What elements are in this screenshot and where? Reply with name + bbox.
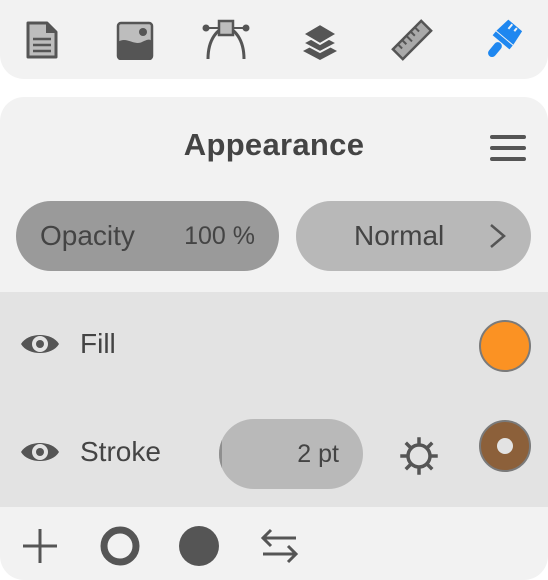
swap-arrows-icon <box>260 528 299 564</box>
blend-mode-value: Normal <box>354 220 445 251</box>
fill-row: Fill <box>0 292 548 399</box>
stroke-swatch-hole <box>497 438 513 454</box>
add-fill-button[interactable] <box>178 525 220 567</box>
stroke-only-icon <box>100 526 140 566</box>
stroke-width-value: 2 pt <box>297 440 339 468</box>
stroke-width-slider[interactable]: 2 pt <box>219 419 363 489</box>
stroke-visibility-toggle[interactable] <box>20 437 60 467</box>
panel-title: Appearance <box>183 127 365 162</box>
swap-fill-stroke-button[interactable] <box>259 525 301 567</box>
stroke-color-swatch[interactable] <box>479 420 531 472</box>
opacity-control[interactable]: Opacity 100 % <box>16 201 279 271</box>
add-icon <box>23 529 57 563</box>
appearance-panel: Appearance Opacity 100 % Normal Fill Str… <box>0 97 548 580</box>
gear-icon <box>400 437 438 475</box>
add-attribute-button[interactable] <box>19 525 61 567</box>
stroke-settings-button[interactable] <box>400 437 438 475</box>
stroke-row: Stroke 2 pt <box>0 399 548 506</box>
opacity-value: 100 % <box>184 222 255 250</box>
paintbrush-icon <box>488 19 523 58</box>
toolbar-layers-button[interactable] <box>295 15 345 65</box>
stroke-width-slider-fill <box>219 419 222 489</box>
opacity-label: Opacity <box>40 220 135 251</box>
document-icon <box>26 21 58 59</box>
top-toolbar <box>0 0 548 79</box>
bottom-action-bar <box>0 507 548 580</box>
eye-icon <box>21 335 59 353</box>
appearance-attributes-list: Fill Stroke 2 pt <box>0 292 548 507</box>
toolbar-ruler-button[interactable] <box>387 15 437 65</box>
layers-icon <box>300 22 340 60</box>
add-stroke-button[interactable] <box>99 525 141 567</box>
toolbar-appearance-button[interactable] <box>478 15 528 65</box>
image-icon <box>116 21 154 60</box>
blend-mode-button[interactable]: Normal <box>296 201 531 271</box>
fill-color-swatch[interactable] <box>479 320 531 372</box>
eye-icon <box>21 443 59 461</box>
toolbar-path-button[interactable] <box>201 15 251 65</box>
panel-menu-button[interactable] <box>490 131 528 161</box>
bezier-path-icon <box>202 19 250 60</box>
chevron-right-icon <box>490 224 506 248</box>
toolbar-image-button[interactable] <box>110 15 160 65</box>
fill-only-icon <box>179 526 219 566</box>
ruler-icon <box>391 19 433 61</box>
fill-visibility-toggle[interactable] <box>20 329 60 359</box>
fill-label: Fill <box>80 328 116 359</box>
stroke-label: Stroke <box>80 436 161 467</box>
toolbar-document-button[interactable] <box>17 15 67 65</box>
